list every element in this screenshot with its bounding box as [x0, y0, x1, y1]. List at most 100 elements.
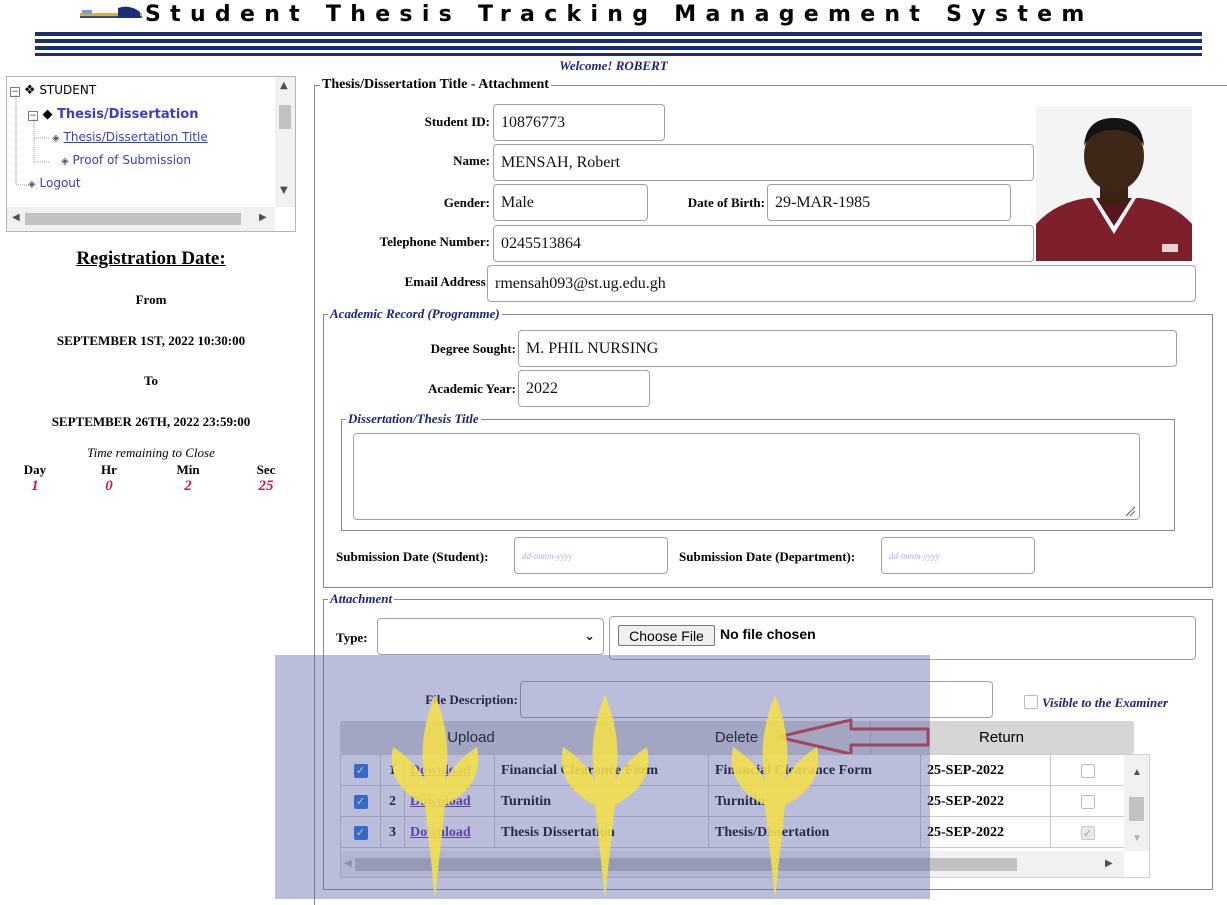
download-link[interactable]: Download: [410, 825, 471, 841]
download-link-cell[interactable]: Download: [405, 817, 495, 848]
gender-field[interactable]: Male: [493, 184, 648, 221]
row-type: Financial Clearance Form: [709, 755, 921, 786]
table-row[interactable]: ✓ 3 Download Thesis Dissertation Thesis/…: [341, 817, 1124, 848]
choose-file-button[interactable]: Choose File: [618, 625, 715, 646]
attachments-table: ✓ 1 Download Financial Clearance Form Fi…: [340, 754, 1150, 878]
welcome-message: Welcome! ROBERT: [559, 58, 668, 73]
row-visible-checkbox[interactable]: ✓: [1080, 825, 1095, 840]
tree-section-thesis[interactable]: − ◆ Thesis/Dissertation: [28, 107, 198, 122]
telephone-label: Telephone Number:: [379, 234, 490, 249]
visible-to-examiner-option[interactable]: Visible to the Examiner: [1024, 694, 1168, 712]
annotation-arrow: [776, 718, 930, 756]
name-label: Name:: [453, 153, 490, 168]
email-label: Email Address:: [404, 274, 490, 289]
row-visible-checkbox[interactable]: [1080, 794, 1095, 809]
scroll-down-icon[interactable]: ▼: [1132, 833, 1142, 844]
row-visible-checkbox[interactable]: [1080, 763, 1095, 778]
tree-root-label: STUDENT: [39, 83, 97, 97]
file-description-label: File Description:: [425, 692, 518, 707]
scroll-thumb[interactable]: [1129, 797, 1144, 821]
telephone-field[interactable]: 0245513864: [493, 225, 1034, 262]
tree-item-label[interactable]: Proof of Submission: [73, 153, 191, 167]
row-checkbox[interactable]: ✓: [353, 763, 368, 778]
submission-date-department-label: Submission Date (Department):: [679, 549, 856, 564]
page-title: Student Thesis Tracking Management Syste…: [145, 2, 1094, 27]
scroll-up-icon[interactable]: ▲: [280, 80, 288, 91]
scroll-right-icon[interactable]: ▶: [259, 212, 267, 223]
submission-date-student-field[interactable]: dd-mmm-yyyy: [514, 537, 668, 574]
download-link[interactable]: Download: [410, 794, 471, 810]
row-select-cell[interactable]: ✓: [341, 755, 381, 786]
academic-legend: Academic Record (Programme): [328, 306, 502, 322]
timer-second: Sec 25: [250, 462, 282, 495]
tree-item-logout[interactable]: ◈ Logout: [28, 176, 81, 190]
row-select-cell[interactable]: ✓: [341, 786, 381, 817]
registration-heading: Registration Date:: [76, 248, 226, 269]
dob-field[interactable]: 29-MAR-1985: [767, 184, 1011, 221]
resize-handle-icon[interactable]: [1124, 505, 1136, 517]
scroll-left-icon[interactable]: ◀: [344, 858, 352, 869]
student-id-label: Student ID:: [424, 114, 490, 129]
table-row[interactable]: ✓ 2 Download Turnitin Turnitin 25-SEP-20…: [341, 786, 1124, 817]
attachment-legend: Attachment: [328, 591, 395, 607]
dob-label: Date of Birth:: [687, 195, 765, 210]
student-id-field[interactable]: 10876773: [493, 104, 665, 141]
tree-item-proof-of-submission[interactable]: ◈ Proof of Submission: [61, 153, 191, 167]
submission-date-department-field[interactable]: dd-mmm-yyyy: [881, 537, 1035, 574]
timer-value: 25: [258, 478, 274, 494]
download-link-cell[interactable]: Download: [405, 755, 495, 786]
registration-to-value: SEPTEMBER 26TH, 2022 23:59:00: [51, 414, 251, 429]
tree-horizontal-scrollbar[interactable]: ◀ ▶: [7, 207, 275, 231]
tree-item-label[interactable]: Thesis/Dissertation Title: [64, 130, 208, 144]
upload-button[interactable]: Upload: [340, 721, 602, 754]
timer-unit: Min: [176, 462, 200, 477]
timer-unit: Day: [23, 462, 47, 477]
email-field[interactable]: rmensah093@st.ug.edu.gh: [487, 265, 1196, 302]
timer-value: 0: [105, 478, 113, 494]
tree-vertical-scrollbar[interactable]: ▲ ▼: [275, 77, 295, 207]
scroll-down-icon[interactable]: ▼: [280, 185, 288, 196]
row-description: Thesis Dissertation: [495, 817, 709, 848]
degree-field[interactable]: M. PHIL NURSING: [518, 330, 1177, 367]
download-link[interactable]: Download: [410, 763, 471, 779]
download-link-cell[interactable]: Download: [405, 786, 495, 817]
type-select[interactable]: ⌄: [377, 618, 604, 655]
registration-from-value: SEPTEMBER 1ST, 2022 10:30:00: [56, 333, 246, 348]
row-checkbox[interactable]: ✓: [353, 825, 368, 840]
table-row[interactable]: ✓ 1 Download Financial Clearance Form Fi…: [341, 755, 1124, 786]
tree-item-label[interactable]: Logout: [40, 176, 81, 190]
name-field[interactable]: MENSAH, Robert: [493, 144, 1034, 181]
row-checkbox[interactable]: ✓: [353, 794, 368, 809]
timer-unit: Hr: [101, 462, 117, 477]
tree-item-thesis-title[interactable]: ◈ Thesis/Dissertation Title: [52, 130, 208, 144]
scroll-thumb[interactable]: [279, 105, 291, 129]
scroll-left-icon[interactable]: ◀: [12, 212, 20, 223]
academic-year-label: Academic Year:: [428, 381, 516, 396]
visible-to-examiner-checkbox[interactable]: [1024, 695, 1038, 709]
tree-root[interactable]: − ❖ STUDENT: [10, 83, 96, 98]
navigation-tree: − ❖ STUDENT − ◆ Thesis/Dissertation ◈ Th…: [6, 76, 296, 232]
academic-year-field[interactable]: 2022: [518, 370, 650, 407]
collapse-icon[interactable]: −: [28, 111, 38, 121]
file-description-field[interactable]: [520, 681, 993, 718]
header-rule: [35, 39, 1202, 43]
row-visible-cell[interactable]: [1051, 755, 1124, 786]
row-select-cell[interactable]: ✓: [341, 817, 381, 848]
row-visible-cell[interactable]: [1051, 786, 1124, 817]
tree-section-label: Thesis/Dissertation: [57, 107, 199, 122]
thesis-title-textarea[interactable]: [353, 433, 1140, 520]
scroll-thumb[interactable]: [355, 858, 1017, 871]
no-file-text: No file chosen: [720, 626, 816, 642]
scroll-up-icon[interactable]: ▲: [1132, 767, 1142, 778]
row-type: Thesis/Dissertation: [709, 817, 921, 848]
scroll-right-icon[interactable]: ▶: [1105, 858, 1113, 869]
row-number: 2: [381, 786, 405, 817]
registration-to-label: To: [144, 373, 158, 388]
collapse-icon[interactable]: −: [10, 87, 20, 97]
row-visible-cell[interactable]: ✓: [1051, 817, 1124, 848]
diamond-icon: ◈: [28, 179, 36, 190]
student-photo: [1036, 106, 1192, 261]
scroll-thumb[interactable]: [25, 213, 241, 225]
table-vertical-scrollbar[interactable]: ▲ ▼: [1124, 755, 1149, 851]
table-horizontal-scrollbar[interactable]: ◀ ▶: [341, 851, 1124, 877]
